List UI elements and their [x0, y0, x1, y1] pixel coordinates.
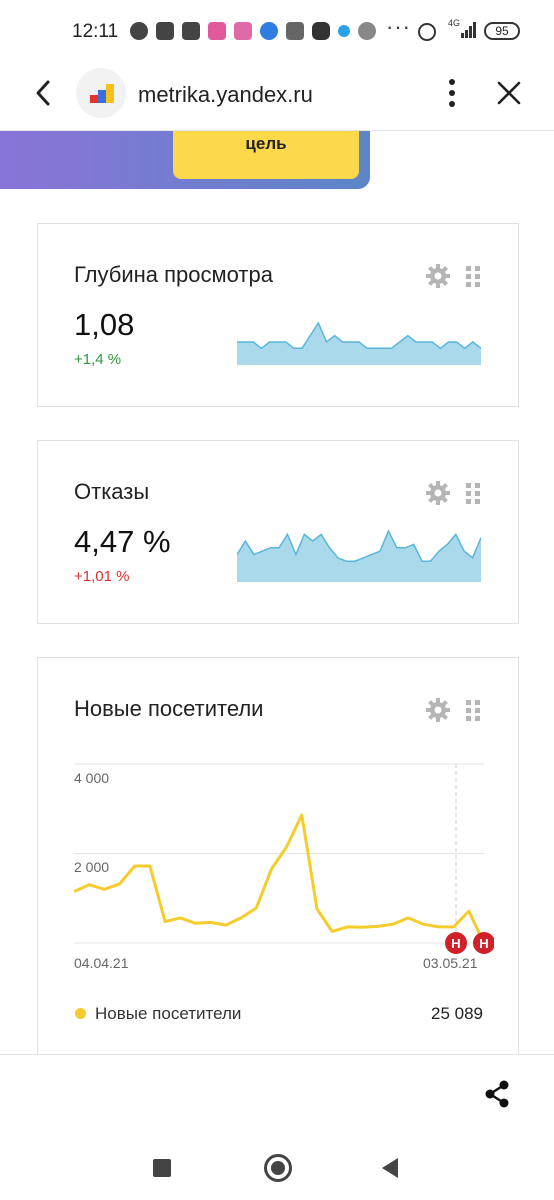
annotation-badge: Н: [445, 932, 467, 954]
widget-title: Новые посетители: [74, 696, 264, 721]
more-vert-icon[interactable]: [440, 76, 464, 110]
status-bar: 12:11 ··· 4G 95: [0, 0, 554, 62]
legend-label: Новые посетители: [95, 1004, 242, 1023]
battery-icon: 95: [484, 22, 520, 40]
gear-icon[interactable]: [425, 697, 451, 723]
drag-handle-icon[interactable]: [465, 699, 481, 721]
x-tick-label: 03.05.21: [423, 955, 478, 971]
annotation-label: Н: [479, 936, 488, 951]
widget-card-depth: Глубина просмотра 1,08 +1,4 %: [37, 223, 519, 407]
home-icon[interactable]: [264, 1154, 292, 1182]
drag-handle-icon[interactable]: [465, 265, 481, 287]
sparkline-depth: [237, 321, 481, 365]
share-icon[interactable]: [482, 1079, 512, 1109]
widget-value: 4,47 %: [74, 524, 171, 559]
banner-goal-label: цель: [245, 134, 287, 153]
bottom-toolbar: [0, 1054, 554, 1134]
notification-icon: [234, 22, 252, 40]
system-navigation-bar: [0, 1134, 554, 1200]
gear-icon[interactable]: [425, 480, 451, 506]
annotation-badge: Н: [473, 932, 494, 954]
banner-goal-button[interactable]: цель: [173, 131, 359, 179]
annotation-label: Н: [451, 936, 460, 951]
promo-banner: цель: [0, 131, 370, 189]
alarm-icon: [418, 23, 436, 41]
sparkline-area: [237, 531, 481, 582]
legend-marker: [75, 1008, 86, 1019]
notification-icon: [260, 22, 278, 40]
widget-title: Отказы: [74, 479, 150, 504]
notification-icon: [130, 22, 148, 40]
back-arrow-icon[interactable]: [30, 78, 58, 108]
notification-icons: [130, 22, 376, 40]
new-visitors-line-chart[interactable]: НН: [74, 758, 494, 958]
notification-icon: [338, 25, 350, 37]
status-time: 12:11: [72, 21, 119, 42]
recent-apps-icon[interactable]: [153, 1159, 171, 1177]
back-icon[interactable]: [382, 1158, 398, 1178]
notification-icon: [312, 22, 330, 40]
x-tick-label: 04.04.21: [74, 955, 129, 971]
notification-icon: [182, 22, 200, 40]
widget-title: Глубина просмотра: [74, 262, 273, 287]
chrome-icon: [358, 22, 376, 40]
series-line: [74, 813, 486, 944]
drag-handle-icon[interactable]: [465, 482, 481, 504]
gear-icon[interactable]: [425, 263, 451, 289]
widget-card-new-visitors: Новые посетители 4 000 2 000 НН 04.04.21…: [37, 657, 519, 1077]
widget-delta: +1,01 %: [74, 568, 130, 585]
sparkline-bounce: [237, 529, 481, 582]
close-icon[interactable]: [494, 78, 524, 108]
yandex-metrika-logo-icon: [90, 84, 114, 103]
legend-total-value: 25 089: [431, 1004, 483, 1023]
widget-value: 1,08: [74, 307, 135, 342]
url-text[interactable]: metrika.yandex.ru: [138, 82, 313, 108]
widget-card-bounce: Отказы 4,47 % +1,01 %: [37, 440, 519, 624]
notification-icon: [208, 22, 226, 40]
widget-delta: +1,4 %: [74, 351, 122, 368]
network-type: 4G: [448, 18, 461, 28]
notification-icon: [156, 22, 174, 40]
site-favicon: [76, 68, 126, 118]
signal-icon: [461, 22, 476, 38]
more-notifications-icon: ···: [386, 14, 411, 39]
sparkline-area: [237, 323, 481, 365]
notification-icon: [286, 22, 304, 40]
browser-toolbar: metrika.yandex.ru: [0, 62, 554, 130]
